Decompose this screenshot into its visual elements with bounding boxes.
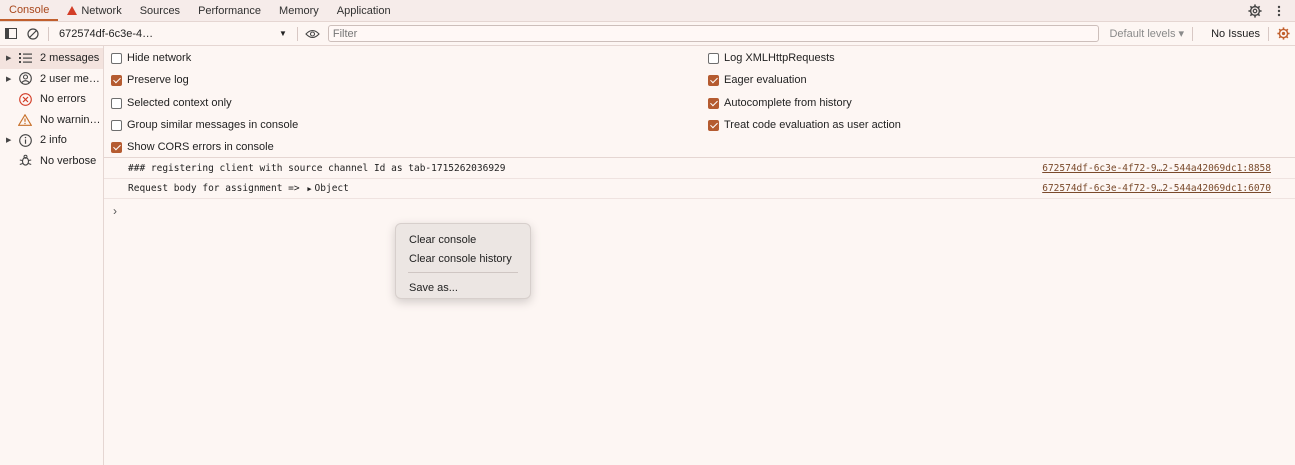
devtools-tabbar: Console Network Sources Performance Memo… (0, 0, 1295, 22)
clear-console-history-menu-item[interactable]: Clear console history (396, 249, 530, 268)
console-settings-panel: Hide network Preserve log Selected conte… (104, 46, 1295, 158)
checkbox-box[interactable] (708, 52, 719, 64)
log-levels-dropdown[interactable]: Default levels ▾ (1109, 27, 1184, 40)
tab-label: Performance (198, 4, 262, 17)
tab-console[interactable]: Console (0, 0, 59, 21)
tab-application[interactable]: Application (328, 0, 400, 21)
sidebar-item-errors[interactable]: No errors (0, 89, 103, 110)
tab-memory[interactable]: Memory (270, 0, 328, 21)
eager-evaluation-checkbox[interactable]: Eager evaluation (708, 74, 807, 86)
log-xmlhttprequests-checkbox[interactable]: Log XMLHttpRequests (708, 52, 835, 64)
option-label: Treat code evaluation as user action (724, 119, 901, 131)
log-message-text: Request body for assignment => (128, 183, 306, 194)
checkbox-box[interactable] (708, 97, 719, 109)
option-label: Autocomplete from history (724, 97, 852, 109)
settings-gear-icon[interactable] (1247, 3, 1263, 19)
tab-network[interactable]: Network (58, 0, 130, 21)
treat-eval-user-action-checkbox[interactable]: Treat code evaluation as user action (708, 119, 901, 131)
checkbox-box[interactable] (708, 119, 719, 131)
warning-icon (16, 113, 34, 126)
sidebar-item-verbose[interactable]: No verbose (0, 151, 103, 172)
clear-console-icon[interactable] (22, 27, 44, 40)
tab-sources[interactable]: Sources (131, 0, 189, 21)
sidebar-item-user-messages[interactable]: ▶ 2 user me… (0, 69, 103, 90)
hide-network-checkbox[interactable]: Hide network (111, 52, 191, 64)
context-menu: Clear console Clear console history Save… (395, 223, 531, 299)
divider (47, 26, 49, 41)
context-selector[interactable]: 672574df-6c3e-4… ▼ (53, 28, 293, 40)
option-label: Hide network (127, 52, 192, 64)
error-icon (16, 92, 34, 106)
option-label: Preserve log (127, 74, 189, 86)
expand-arrow-icon[interactable]: ▶ (6, 75, 16, 83)
checkbox-box[interactable] (111, 119, 122, 131)
group-similar-checkbox[interactable]: Group similar messages in console (111, 119, 298, 131)
user-icon (16, 72, 34, 86)
tab-label: Application (336, 4, 391, 17)
sidebar-item-label: 2 user me… (40, 72, 100, 85)
tab-performance[interactable]: Performance (189, 0, 270, 21)
checkbox-box[interactable] (111, 52, 122, 64)
info-icon (16, 133, 34, 147)
context-label: 672574df-6c3e-4… (58, 27, 154, 40)
divider (1268, 26, 1269, 41)
divider (1192, 26, 1194, 41)
issues-button[interactable]: No Issues (1211, 28, 1260, 40)
tab-label: Sources (139, 4, 181, 17)
console-sidebar: ▶ 2 messages ▶ 2 user me… No errors No w… (0, 46, 104, 465)
preserve-log-checkbox[interactable]: Preserve log (111, 74, 189, 86)
bug-icon (16, 154, 34, 167)
sidebar-item-label: No verbose (40, 154, 97, 167)
log-source-link[interactable]: 672574df-6c3e-4f72-9…2-544a42069dc1:8858 (1042, 163, 1271, 174)
console-log: ### registering client with source chann… (104, 159, 1295, 199)
tab-label: Memory (279, 4, 319, 17)
log-row: Request body for assignment => ▶ Object 6… (104, 179, 1295, 199)
checkbox-box[interactable] (708, 74, 719, 86)
list-icon (16, 53, 34, 64)
log-object[interactable]: Object (315, 183, 349, 194)
filter-input[interactable] (327, 25, 1100, 42)
checkbox-box[interactable] (111, 141, 122, 153)
log-message: ### registering client with source chann… (128, 163, 506, 174)
sidebar-item-warnings[interactable]: No warnin… (0, 110, 103, 131)
log-source-link[interactable]: 672574df-6c3e-4f72-9…2-544a42069dc1:6070 (1042, 183, 1271, 194)
tab-label: Network (81, 4, 122, 17)
option-label: Eager evaluation (724, 74, 807, 86)
console-settings-gear-icon[interactable] (1273, 27, 1295, 40)
expand-arrow-icon[interactable]: ▶ (6, 136, 16, 144)
checkbox-box[interactable] (111, 97, 122, 109)
sidebar-item-label: No warnin… (40, 113, 101, 126)
autocomplete-history-checkbox[interactable]: Autocomplete from history (708, 97, 852, 109)
more-options-icon[interactable] (1271, 3, 1287, 19)
sidebar-item-label: 2 messages (40, 52, 100, 65)
log-row: ### registering client with source chann… (104, 159, 1295, 179)
tab-actions (1247, 0, 1295, 21)
sidebar-item-label: No errors (40, 93, 86, 106)
selected-context-only-checkbox[interactable]: Selected context only (111, 97, 232, 109)
console-prompt[interactable]: › (113, 204, 117, 218)
expand-arrow-icon[interactable]: ▶ (6, 54, 16, 62)
show-cors-errors-checkbox[interactable]: Show CORS errors in console (111, 141, 274, 153)
divider (296, 26, 298, 41)
option-label: Group similar messages in console (127, 119, 299, 131)
option-label: Selected context only (127, 97, 232, 109)
sidebar-item-info[interactable]: ▶ 2 info (0, 130, 103, 151)
dropdown-arrow-icon: ▼ (278, 29, 287, 38)
warning-icon (67, 6, 78, 15)
toggle-sidebar-icon[interactable] (0, 28, 22, 39)
log-message: Request body for assignment => ▶ Object (104, 183, 349, 194)
tab-label: Console (9, 3, 50, 16)
sidebar-item-label: 2 info (40, 134, 67, 147)
option-label: Log XMLHttpRequests (724, 52, 835, 64)
sidebar-item-messages[interactable]: ▶ 2 messages (0, 48, 103, 69)
option-label: Show CORS errors in console (127, 141, 274, 153)
console-toolbar: 672574df-6c3e-4… ▼ Default levels ▾ No I… (0, 22, 1295, 46)
expand-object-icon[interactable]: ▶ (307, 185, 311, 193)
live-expression-eye-icon[interactable] (302, 29, 324, 39)
save-as-menu-item[interactable]: Save as... (396, 278, 530, 297)
clear-console-menu-item[interactable]: Clear console (396, 230, 530, 249)
menu-divider (408, 272, 518, 273)
checkbox-box[interactable] (111, 74, 122, 86)
